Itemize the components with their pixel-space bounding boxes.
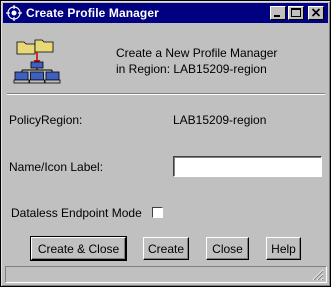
help-button[interactable]: Help [266,237,301,260]
header-line-1: Create a New Profile Manager [116,46,278,60]
header-divider [7,93,325,95]
header-description: Create a New Profile Manager in Region: … [116,45,277,77]
profile-manager-icon [13,36,61,84]
close-icon [311,8,321,17]
minimize-button[interactable] [270,6,286,20]
tivoli-app-icon[interactable] [6,5,22,21]
policy-region-value: LAB15209-region [173,113,267,127]
create-button[interactable]: Create [143,237,189,260]
minimize-icon [274,15,280,17]
maximize-button[interactable] [288,6,304,20]
window-title: Create Profile Manager [26,6,159,20]
maximize-icon [291,8,301,17]
close-button[interactable]: Close [206,237,249,260]
status-bar [5,266,327,283]
header-line-2: in Region: LAB15209-region [116,62,267,76]
name-icon-label: Name/Icon Label: [9,160,104,174]
dataless-endpoint-mode-checkbox[interactable] [152,207,163,218]
name-icon-label-input[interactable] [173,156,322,177]
resize-grip-icon[interactable] [312,268,324,281]
create-profile-manager-window: Create Profile Manager Create a New Prof… [0,0,331,287]
policy-region-label: PolicyRegion: [9,113,83,127]
create-and-close-button[interactable]: Create & Close [30,236,127,261]
title-bar[interactable]: Create Profile Manager [3,3,328,23]
close-window-button[interactable] [308,6,324,20]
dataless-endpoint-mode-label: Dataless Endpoint Mode [11,206,142,220]
